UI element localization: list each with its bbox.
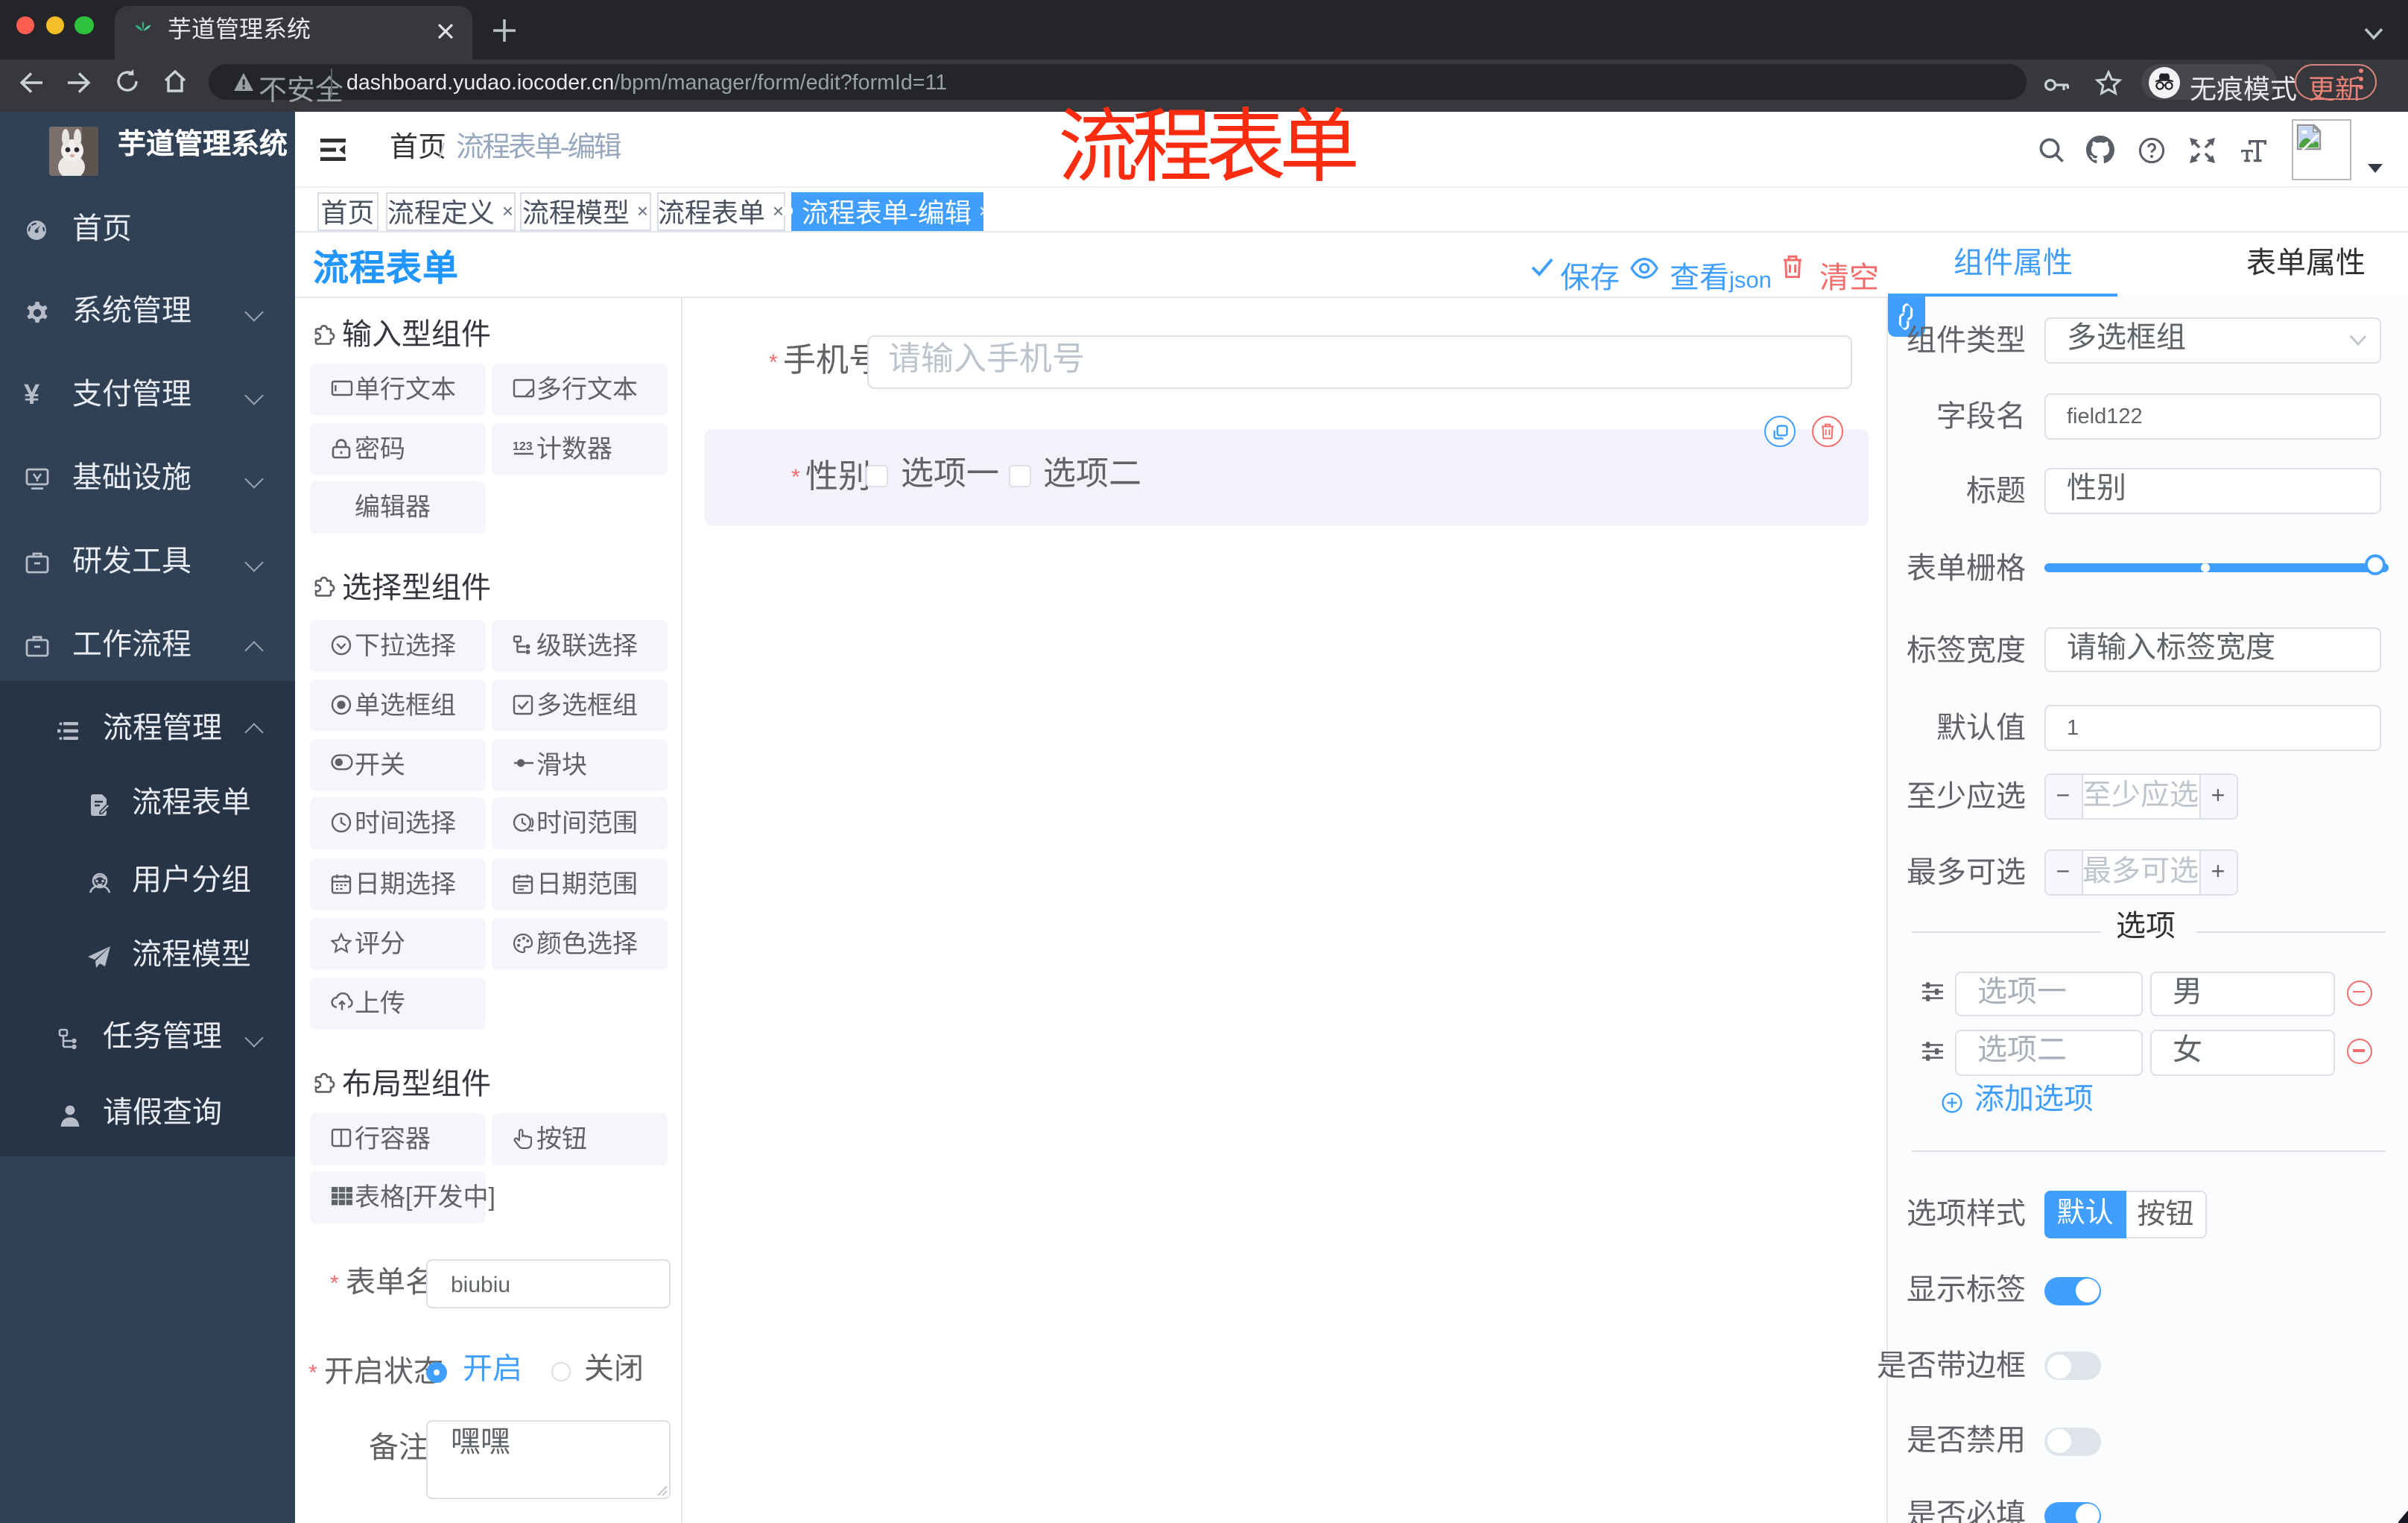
svg-text:123: 123 [512, 440, 532, 453]
